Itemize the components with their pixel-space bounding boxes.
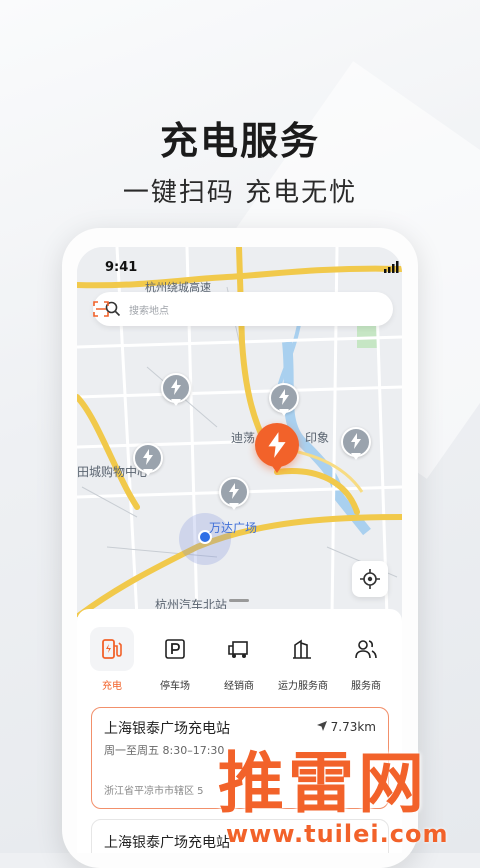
map-label-highway: 杭州绕城高速 [145, 281, 211, 294]
drag-handle[interactable] [229, 599, 249, 602]
category-label: 服务商 [351, 681, 381, 692]
category-label: 充电 [102, 681, 122, 692]
promo-headline: 充电服务 [159, 119, 320, 163]
category-parking[interactable]: 停车场 [145, 627, 205, 692]
truck-icon [217, 627, 261, 671]
parking-icon [153, 627, 197, 671]
people-icon [344, 627, 388, 671]
charger-pin[interactable] [219, 477, 249, 510]
category-logistics[interactable]: 运力服务商 [273, 627, 333, 692]
map-label-plaza: 万达广场 [209, 521, 258, 535]
watermark-brand: 推雷网 [218, 745, 428, 822]
scan-icon[interactable] [93, 301, 109, 317]
lightning-icon [351, 433, 361, 449]
lightning-icon [279, 389, 289, 405]
category-label: 停车场 [160, 681, 190, 692]
map-label-suffix: 印象 [305, 431, 330, 445]
watermark: 推雷网 www.tuilei.com [206, 730, 480, 853]
lightning-icon [229, 483, 239, 499]
selected-charger-pin[interactable] [255, 423, 299, 473]
promo-subline: 一键扫码 充电无忧 [122, 178, 358, 208]
map-view[interactable]: 9:41 搜索地点 杭州绕城高速 迪荡 印象 田城购物中心 万达广场 杭州汽车北… [77, 247, 402, 617]
search-placeholder: 搜索地点 [129, 306, 169, 317]
charging-pile-icon [90, 627, 134, 671]
watermark-url: www.tuilei.com [226, 820, 449, 848]
charger-pin[interactable] [161, 373, 191, 406]
map-label-district: 迪荡 [231, 431, 256, 445]
status-time: 9:41 [105, 260, 138, 275]
category-dealer[interactable]: 经销商 [209, 627, 269, 692]
station-address: 浙江省平凉市市辖区 5 [104, 786, 204, 797]
lightning-icon [171, 379, 181, 395]
locate-icon [360, 569, 380, 589]
lightning-icon [268, 432, 286, 458]
charger-pin[interactable] [341, 427, 371, 460]
category-service[interactable]: 服务商 [336, 627, 396, 692]
category-label: 运力服务商 [278, 681, 328, 692]
status-bar: 9:41 [77, 247, 402, 287]
locate-button[interactable] [352, 561, 388, 597]
category-label: 经销商 [224, 681, 254, 692]
charger-pin[interactable] [269, 383, 299, 416]
category-charging[interactable]: 充电 [82, 627, 142, 692]
charger-pin[interactable] [133, 443, 163, 476]
building-icon [281, 627, 325, 671]
search-bar[interactable]: 搜索地点 [93, 292, 393, 326]
lightning-icon [143, 449, 153, 465]
